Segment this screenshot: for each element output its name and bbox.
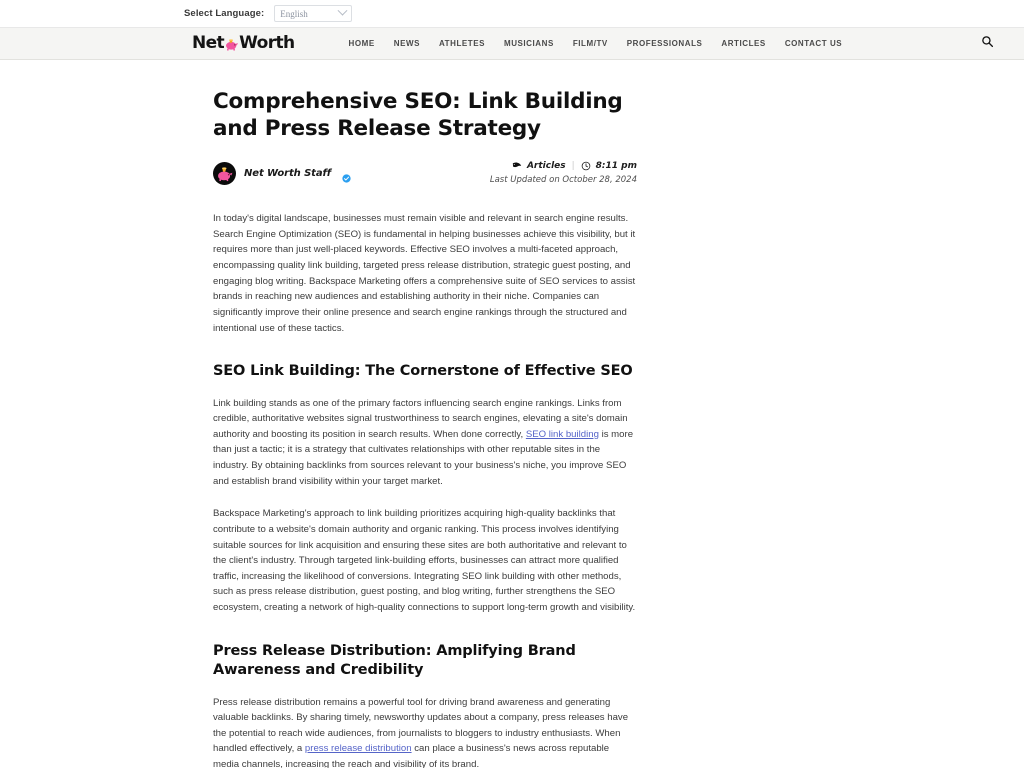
article-paragraph: Backspace Marketing's approach to link b… xyxy=(213,506,637,615)
nav-item-home[interactable]: HOME xyxy=(349,39,375,48)
article-meta-row: Net Worth Staff Articles | 8:11 pm Last … xyxy=(213,160,637,186)
author-name[interactable]: Net Worth Staff xyxy=(244,168,331,179)
main-navigation: HOME NEWS ATHLETES MUSICIANS FILM/TV PRO… xyxy=(349,39,843,48)
verified-check-icon xyxy=(342,170,351,183)
chevron-down-icon xyxy=(337,5,348,16)
page-title: Comprehensive SEO: Link Building and Pre… xyxy=(213,89,623,142)
article-last-updated: Last Updated on October 28, 2024 xyxy=(489,175,637,186)
article-meta-primary: Articles | 8:11 pm xyxy=(490,161,637,171)
meta-separator: | xyxy=(571,161,575,172)
byline: Net Worth Staff xyxy=(213,160,351,186)
article-paragraph: Press release distribution remains a pow… xyxy=(213,695,637,768)
language-select-value: English xyxy=(280,8,308,19)
nav-item-athletes[interactable]: ATHLETES xyxy=(439,39,485,48)
clock-icon xyxy=(581,161,591,171)
nav-item-news[interactable]: NEWS xyxy=(394,39,420,48)
language-select[interactable]: English xyxy=(274,5,353,22)
paragraph-text: Backspace Marketing's approach to link b… xyxy=(213,508,636,614)
logo-text-net: Net xyxy=(192,33,225,53)
logo-text-worth: Worth xyxy=(239,33,295,53)
search-button[interactable] xyxy=(978,35,996,53)
section-heading: SEO Link Building: The Cornerstone of Ef… xyxy=(213,363,633,380)
language-bar-inner: Select Language: English xyxy=(182,5,842,22)
article-paragraph: In today's digital landscape, businesses… xyxy=(213,211,637,336)
article-paragraph: Link building stands as one of the prima… xyxy=(213,396,637,490)
inline-link[interactable]: SEO link building xyxy=(526,429,599,440)
language-bar: Select Language: English xyxy=(0,0,1024,28)
nav-item-articles[interactable]: ARTICLES xyxy=(721,39,765,48)
site-logo[interactable]: Net Worth xyxy=(192,35,295,52)
section-heading: Press Release Distribution: Amplifying B… xyxy=(213,642,576,679)
nav-item-contact-us[interactable]: CONTACT US xyxy=(785,39,842,48)
page-body: Comprehensive SEO: Link Building and Pre… xyxy=(0,60,1024,768)
article-meta-right: Articles | 8:11 pm Last Updated on Octob… xyxy=(490,160,637,185)
select-language-label: Select Language: xyxy=(184,8,265,19)
nav-item-film-tv[interactable]: FILM/TV xyxy=(573,39,608,48)
avatar xyxy=(213,162,236,186)
paragraph-text: In today's digital landscape, businesses… xyxy=(213,213,636,334)
site-header: Net Worth HOME NEWS ATHLETES MUSICIANS F… xyxy=(0,28,1024,60)
search-icon xyxy=(981,35,994,53)
article-category[interactable]: Articles xyxy=(527,161,566,171)
nav-item-musicians[interactable]: MUSICIANS xyxy=(504,39,554,48)
nav-item-professionals[interactable]: PROFESSIONALS xyxy=(627,39,703,48)
inline-link[interactable]: press release distribution xyxy=(305,743,412,754)
article-body: In today's digital landscape, businesses… xyxy=(213,211,637,768)
article: Comprehensive SEO: Link Building and Pre… xyxy=(213,88,637,768)
header-inner: Net Worth HOME NEWS ATHLETES MUSICIANS F… xyxy=(192,28,993,59)
tag-icon xyxy=(512,161,522,171)
article-time: 8:11 pm xyxy=(595,161,637,172)
piggy-bank-icon xyxy=(224,37,239,52)
